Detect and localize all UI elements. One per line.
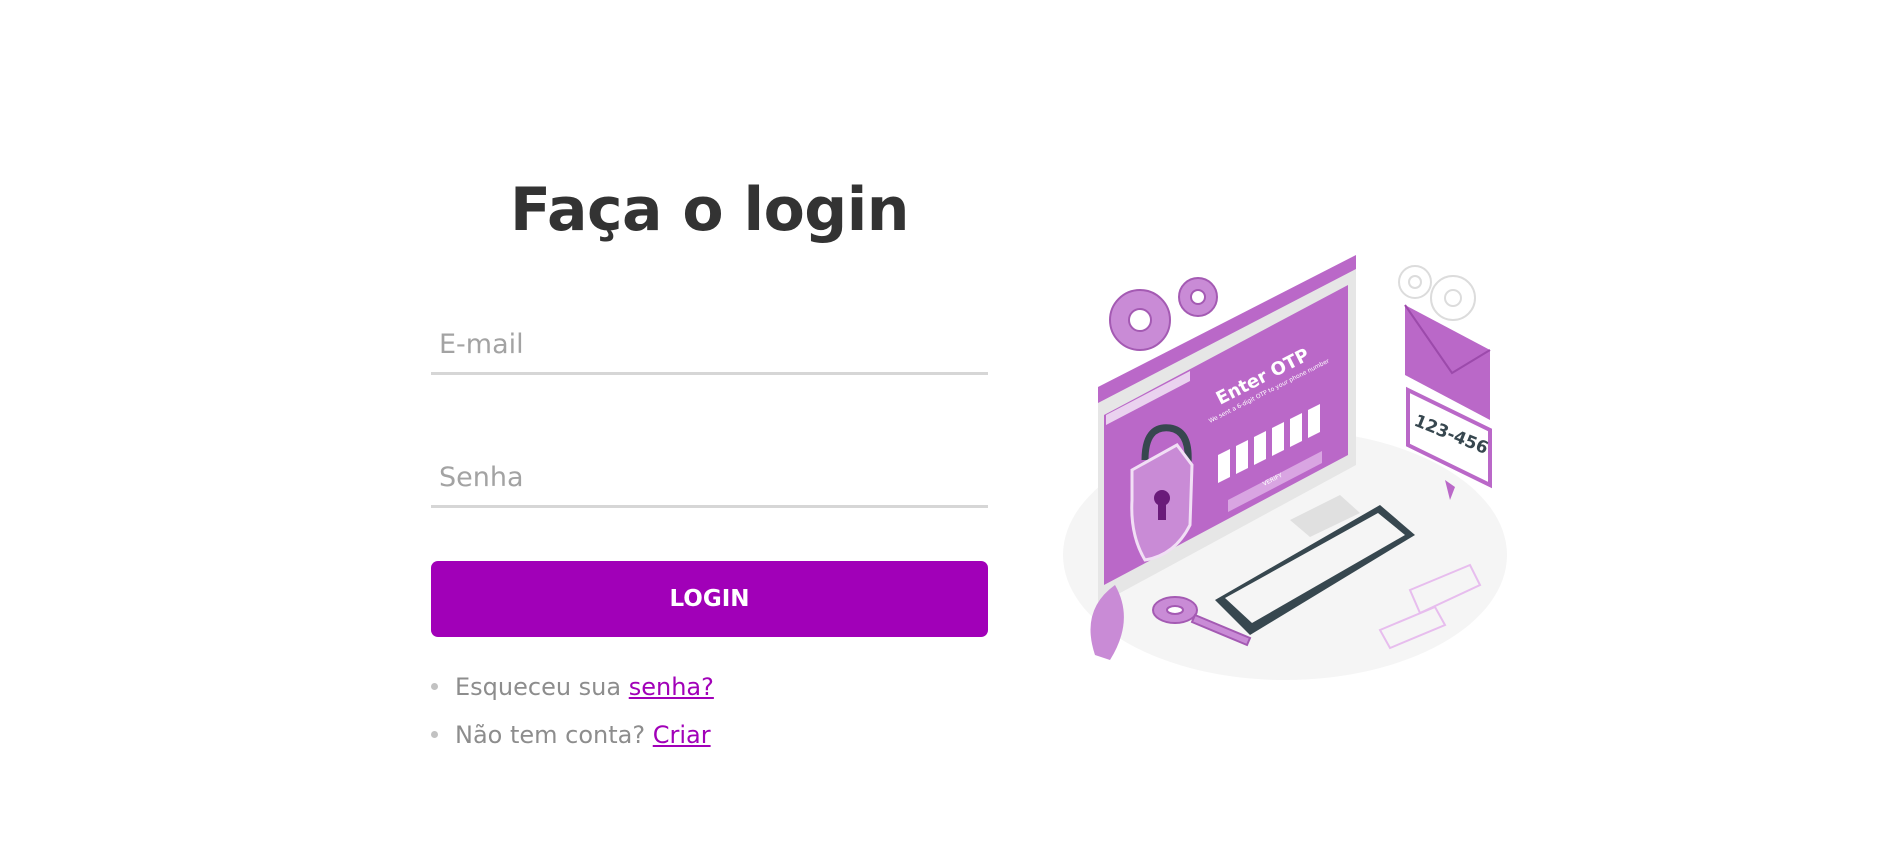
login-button[interactable]: LOGIN — [431, 561, 988, 637]
email-field-wrapper — [431, 312, 988, 375]
help-links: Esqueceu sua senha? Não tem conta? Criar — [431, 670, 988, 766]
password-field-wrapper — [431, 445, 988, 508]
email-field[interactable] — [431, 316, 988, 372]
signup-text: Não tem conta? — [455, 721, 653, 749]
otp-security-illustration: Enter OTP We sent a 6-digit OTP to your … — [1063, 255, 1507, 680]
forgot-password-link[interactable]: senha? — [629, 673, 714, 701]
page-title: Faça o login — [509, 175, 910, 245]
forgot-password-item: Esqueceu sua senha? — [431, 670, 988, 718]
login-form: Faça o login LOGIN Esqueceu sua senha? N… — [431, 160, 988, 766]
signup-link[interactable]: Criar — [653, 721, 711, 749]
forgot-password-text: Esqueceu sua — [455, 673, 629, 701]
signup-item: Não tem conta? Criar — [431, 718, 988, 766]
password-field[interactable] — [431, 449, 988, 505]
